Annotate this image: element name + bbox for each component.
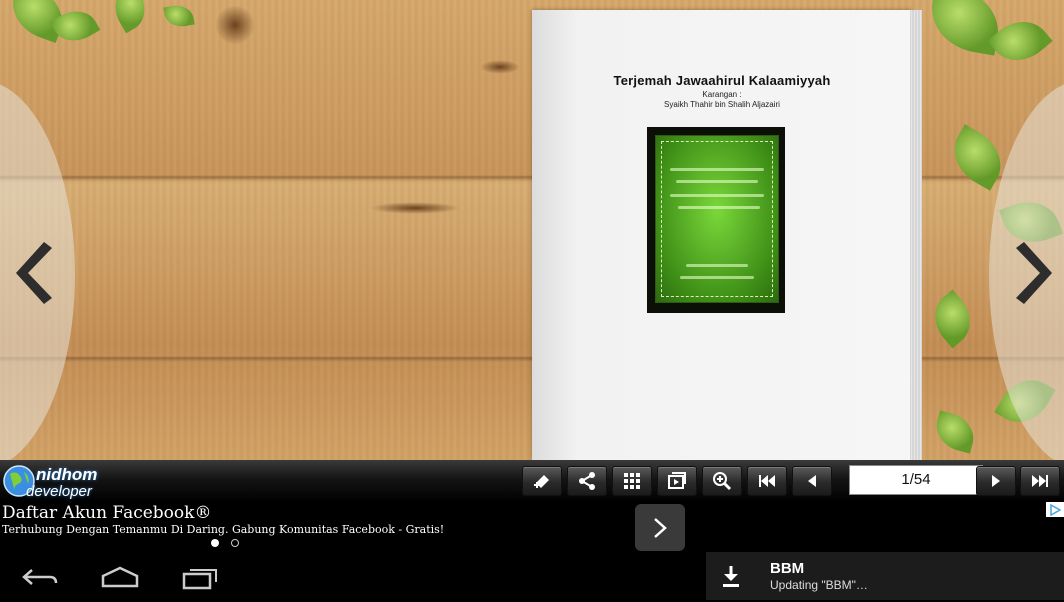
adchoices-icon[interactable] xyxy=(1046,502,1064,517)
book-page[interactable]: Terjemah Jawaahirul Kalaamiyyah Karangan… xyxy=(532,10,912,460)
notification-title: BBM xyxy=(770,560,805,577)
bookmark-add-icon xyxy=(534,475,549,488)
next-page-icon xyxy=(992,475,1000,487)
first-page-button[interactable] xyxy=(747,466,787,496)
ivy-leaf xyxy=(987,8,1053,74)
reader-toolbar: nidhom developer 1/54 xyxy=(0,460,1064,502)
slideshow-button[interactable] xyxy=(657,466,697,496)
back-icon[interactable] xyxy=(20,564,60,590)
share-button[interactable] xyxy=(567,466,607,496)
previous-page-icon xyxy=(808,475,816,487)
zoom-in-button[interactable] xyxy=(702,466,742,496)
page-number-field[interactable]: 1/54 xyxy=(849,465,983,495)
logo-subtitle: developer xyxy=(26,483,92,500)
last-page-button[interactable] xyxy=(1020,466,1060,496)
chevron-right-icon xyxy=(654,517,667,538)
author-name: Syaikh Thahir bin Shalih Aljazairi xyxy=(664,100,780,109)
book-title: Terjemah Jawaahirul Kalaamiyyah xyxy=(613,73,831,88)
ad-title[interactable]: Daftar Akun Facebook® xyxy=(2,503,211,523)
next-page-button[interactable] xyxy=(976,466,1016,496)
download-icon xyxy=(723,566,739,587)
app-logo: nidhom developer xyxy=(2,462,102,500)
ivy-leaf xyxy=(106,0,154,34)
chevron-right-icon[interactable] xyxy=(1014,238,1054,308)
home-icon[interactable] xyxy=(100,564,140,590)
grid-button[interactable] xyxy=(612,466,652,496)
share-icon xyxy=(579,472,595,490)
download-notification[interactable]: BBM Updating "BBM"… xyxy=(706,552,1064,600)
slideshow-icon xyxy=(668,472,686,489)
system-navigation-bar: BBM Updating "BBM"… xyxy=(0,552,1064,602)
carousel-dot-active[interactable] xyxy=(211,539,219,547)
notification-subtitle: Updating "BBM"… xyxy=(770,578,868,592)
ivy-leaf xyxy=(923,289,982,349)
chevron-left-icon[interactable] xyxy=(14,238,54,308)
logo-name: nidhom xyxy=(36,465,98,484)
bookmark-add-button[interactable] xyxy=(522,466,562,496)
author-label: Karangan : xyxy=(702,90,742,99)
ad-banner[interactable]: Daftar Akun Facebook® Terhubung Dengan T… xyxy=(0,502,1064,552)
previous-page-button[interactable] xyxy=(792,466,832,496)
last-page-icon xyxy=(1032,475,1048,487)
page-stack-edge xyxy=(910,10,922,460)
ad-text[interactable]: Terhubung Dengan Temanmu Di Daring. Gabu… xyxy=(2,523,444,536)
first-page-icon xyxy=(759,475,775,487)
zoom-in-icon xyxy=(713,472,732,491)
book-stage: Terjemah Jawaahirul Kalaamiyyah Karangan… xyxy=(0,0,1064,460)
ad-open-button[interactable] xyxy=(635,504,685,551)
ivy-leaf xyxy=(931,410,979,454)
ivy-leaf xyxy=(163,2,195,30)
carousel-dot[interactable] xyxy=(231,539,239,547)
grid-icon xyxy=(624,473,640,489)
recent-apps-icon[interactable] xyxy=(181,564,221,590)
cover-image xyxy=(647,127,785,313)
